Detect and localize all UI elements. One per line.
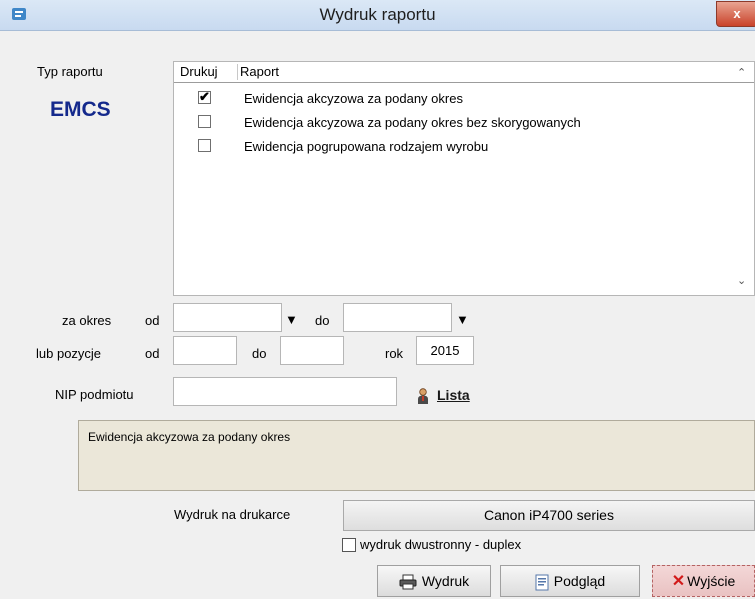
period-from-input[interactable] bbox=[173, 303, 282, 332]
printer-icon bbox=[399, 574, 417, 590]
print-checkbox[interactable]: ✔ bbox=[198, 90, 211, 104]
period-from-label: od bbox=[145, 313, 160, 328]
list-item[interactable]: Ewidencja pogrupowana rodzajem wyrobu bbox=[174, 137, 734, 157]
close-x-icon: ✕ bbox=[671, 573, 686, 591]
exit-button-label: Wyjście bbox=[687, 573, 736, 589]
preview-icon bbox=[535, 574, 549, 591]
list-item[interactable]: Ewidencja akcyzowa za podany okres bez s… bbox=[174, 113, 734, 133]
print-checkbox[interactable] bbox=[198, 115, 211, 128]
duplex-checkbox[interactable] bbox=[342, 538, 356, 552]
close-button[interactable]: x bbox=[716, 1, 755, 27]
positions-to-input[interactable] bbox=[280, 336, 344, 365]
lista-link[interactable]: Lista bbox=[437, 387, 470, 403]
printer-select-button[interactable]: Canon iP4700 series bbox=[343, 500, 755, 531]
column-header-report[interactable]: Raport bbox=[240, 64, 279, 79]
print-button[interactable]: Wydruk bbox=[377, 565, 491, 597]
preview-button-label: Podgląd bbox=[553, 573, 606, 589]
period-label: za okres bbox=[62, 313, 112, 328]
period-to-dropdown-icon[interactable]: ▼ bbox=[456, 312, 469, 327]
system-logo-text: EMCS bbox=[50, 98, 111, 121]
positions-to-label: do bbox=[252, 346, 267, 361]
description-box: Ewidencja akcyzowa za podany okres bbox=[78, 420, 755, 491]
preview-button[interactable]: Podgląd bbox=[500, 565, 640, 597]
description-text: Ewidencja akcyzowa za podany okres bbox=[88, 430, 291, 444]
scroll-down-icon[interactable]: ⌄ bbox=[737, 274, 746, 287]
window-title: Wydruk raportu bbox=[319, 5, 436, 24]
column-header-print[interactable]: Drukuj bbox=[180, 64, 218, 79]
report-list[interactable]: Drukuj Raport ✔ Ewidencja akcyzowa za po… bbox=[173, 61, 755, 296]
positions-from-input[interactable] bbox=[173, 336, 237, 365]
person-icon[interactable] bbox=[417, 388, 429, 405]
nip-label: NIP podmiotu bbox=[55, 387, 134, 402]
period-from-dropdown-icon[interactable]: ▼ bbox=[285, 312, 298, 327]
period-to-input[interactable] bbox=[343, 303, 452, 332]
print-checkbox[interactable] bbox=[198, 139, 211, 152]
printer-label: Wydruk na drukarce bbox=[174, 507, 291, 522]
duplex-label: wydruk dwustronny - duplex bbox=[360, 537, 522, 552]
report-name: Ewidencja akcyzowa za podany okres bbox=[244, 91, 463, 106]
year-input[interactable]: 2015 bbox=[416, 336, 474, 365]
positions-from-label: od bbox=[145, 346, 160, 361]
print-button-label: Wydruk bbox=[421, 573, 470, 589]
report-name: Ewidencja akcyzowa za podany okres bez s… bbox=[244, 115, 581, 130]
list-item[interactable]: ✔ Ewidencja akcyzowa za podany okres bbox=[174, 89, 734, 109]
report-type-label: Typ raportu bbox=[37, 64, 103, 79]
column-separator bbox=[237, 64, 238, 80]
title-bar: Wydruk raportu x bbox=[0, 0, 755, 31]
list-header: Drukuj Raport bbox=[174, 62, 754, 83]
scroll-up-icon[interactable]: ⌃ bbox=[737, 66, 746, 79]
period-to-label: do bbox=[315, 313, 330, 328]
year-label: rok bbox=[385, 346, 404, 361]
exit-button[interactable]: ✕ Wyjście bbox=[652, 565, 755, 597]
nip-input[interactable] bbox=[173, 377, 397, 406]
positions-label: lub pozycje bbox=[36, 346, 102, 361]
report-name: Ewidencja pogrupowana rodzajem wyrobu bbox=[244, 139, 489, 154]
